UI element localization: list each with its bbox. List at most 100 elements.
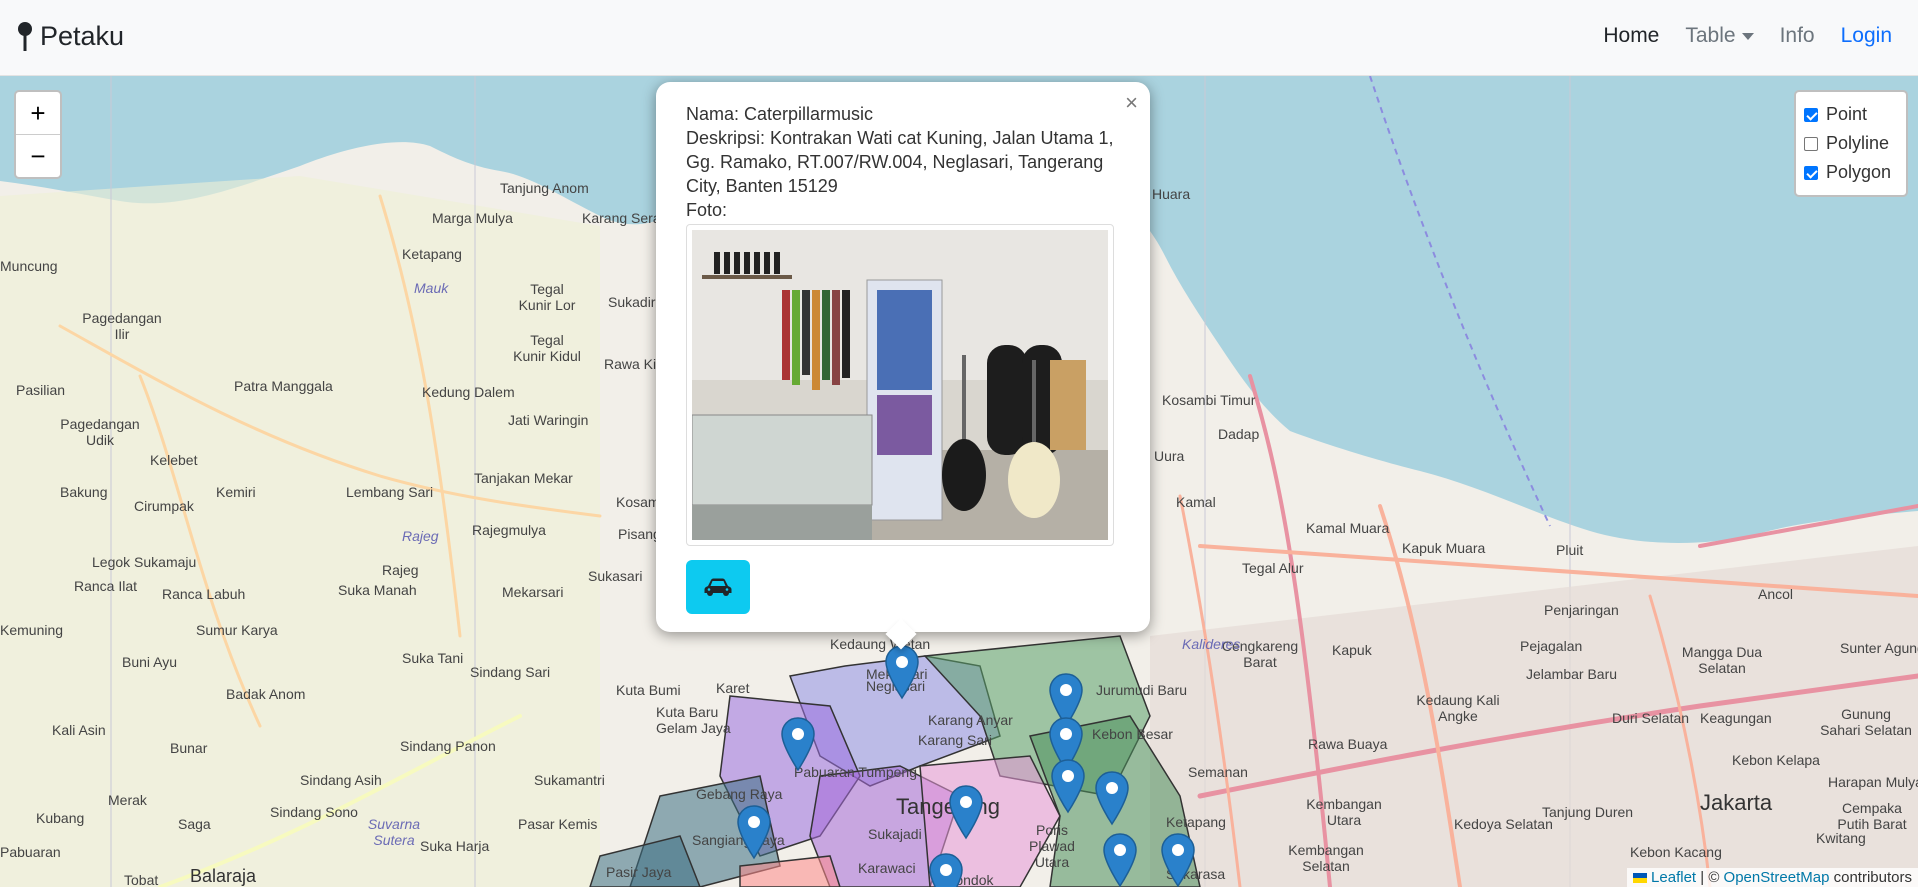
place-label: Kuta Baru xyxy=(656,704,719,720)
layer-polyline-toggle[interactable]: Polyline xyxy=(1804,129,1898,158)
place-label: Rajegmulya xyxy=(472,522,546,538)
place-label: Kedoya Selatan xyxy=(1454,816,1553,832)
place-label: Tegal Kunir Kidul xyxy=(513,332,581,364)
place-label: Pluit xyxy=(1556,542,1584,558)
place-label: Karang Anyar xyxy=(928,712,1013,728)
place-label: Poris Plawad Utara xyxy=(1029,822,1075,870)
zoom-in-button[interactable]: + xyxy=(16,92,60,135)
place-label: Ranca Labuh xyxy=(162,586,246,602)
place-label: Kwitang xyxy=(1816,830,1866,846)
map-marker-icon[interactable] xyxy=(780,716,816,772)
place-label: Lembang Sari xyxy=(346,484,434,500)
nav-login[interactable]: Login xyxy=(1841,24,1892,48)
map-pin-icon xyxy=(18,22,32,51)
guitar-shop-photo xyxy=(692,230,1108,540)
place-label: Karang Sari xyxy=(918,732,992,748)
layer-point-toggle[interactable]: Point xyxy=(1804,100,1898,129)
place-label: Kembangan Utara xyxy=(1306,796,1382,828)
layer-polygon-checkbox[interactable] xyxy=(1804,165,1818,180)
layer-point-checkbox[interactable] xyxy=(1804,107,1818,122)
place-label: Kebon Kelapa xyxy=(1732,752,1820,768)
place-label: Kembangan Selatan xyxy=(1288,842,1364,874)
place-label: Pejagalan xyxy=(1520,638,1583,654)
place-label: Kedung Dalem xyxy=(422,384,515,400)
brand[interactable]: Petaku xyxy=(16,20,124,52)
route-button[interactable] xyxy=(686,560,750,614)
map-marker-icon[interactable] xyxy=(884,644,920,700)
place-label: Rajeg xyxy=(382,562,419,578)
place-label: Kelebet xyxy=(150,452,198,468)
place-label: Rajeg xyxy=(402,528,439,544)
map-marker-icon[interactable] xyxy=(928,852,964,887)
map-marker-icon[interactable] xyxy=(948,784,984,840)
layer-polygon-toggle[interactable]: Polygon xyxy=(1804,158,1898,187)
nav-home[interactable]: Home xyxy=(1603,24,1659,48)
map-marker-icon[interactable] xyxy=(1094,770,1130,826)
chevron-down-icon xyxy=(1741,32,1754,40)
place-label: Saga xyxy=(178,816,211,832)
ukraine-flag-icon xyxy=(1632,873,1647,884)
place-label: Bunar xyxy=(170,740,208,756)
close-icon[interactable]: × xyxy=(1125,90,1138,116)
place-label: Tegal Alur xyxy=(1242,560,1304,576)
place-label: Sumur Karya xyxy=(196,622,278,638)
layer-polyline-label: Polyline xyxy=(1826,133,1890,153)
layer-polyline-checkbox[interactable] xyxy=(1804,136,1818,151)
place-label: Tegal Kunir Lor xyxy=(518,281,576,313)
nav-info[interactable]: Info xyxy=(1780,24,1815,48)
place-label: Kubang xyxy=(36,810,85,826)
place-label: Semanan xyxy=(1188,764,1248,780)
map-marker-icon[interactable] xyxy=(1160,832,1196,887)
place-label: Legok Sukamaju xyxy=(92,554,197,570)
brand-label: Petaku xyxy=(40,20,125,51)
place-label: Karet xyxy=(716,680,750,696)
osm-link[interactable]: OpenStreetMap xyxy=(1724,869,1830,886)
place-label: Jelambar Baru xyxy=(1526,666,1618,682)
place-label: Patra Manggala xyxy=(234,378,333,394)
place-label: Kali Asin xyxy=(52,722,106,738)
attribution-separator: | © xyxy=(1696,869,1724,886)
place-label: Merak xyxy=(108,792,147,808)
navbar: Petaku Home Table Info Login xyxy=(0,0,1918,76)
place-label: Mauk xyxy=(414,280,449,296)
place-label: Kapuk Muara xyxy=(1402,540,1486,556)
place-label: Suvarna Sutera xyxy=(367,816,421,848)
nav-links: Home Table Info Login xyxy=(1603,24,1892,48)
place-label: Huara xyxy=(1152,186,1191,202)
place-label: Kamal xyxy=(1176,494,1216,510)
leaflet-link[interactable]: Leaflet xyxy=(1651,869,1696,886)
layer-point-label: Point xyxy=(1826,104,1868,124)
place-label: Gelam Jaya xyxy=(656,720,731,736)
place-label: Kamal Muara xyxy=(1306,520,1390,536)
zoom-out-button[interactable]: − xyxy=(16,135,60,177)
place-label: Mangga Dua Selatan xyxy=(1681,644,1763,676)
layer-polygon-label: Polygon xyxy=(1826,162,1892,182)
nav-table-dropdown[interactable]: Table xyxy=(1685,24,1754,48)
place-label: Tanjung Duren xyxy=(1542,804,1634,820)
nav-table-label: Table xyxy=(1685,24,1736,47)
place-label: Jurumudi Baru xyxy=(1096,682,1188,698)
place-label: Badak Anom xyxy=(226,686,306,702)
place-label: Marga Mulya xyxy=(432,210,513,226)
place-label: Sindang Asih xyxy=(300,772,382,788)
place-label: Suka Harja xyxy=(420,838,490,854)
place-label: Cempaka Putih Barat xyxy=(1837,800,1907,832)
place-label: Pasilian xyxy=(16,382,66,398)
map-marker-icon[interactable] xyxy=(1102,832,1138,887)
map-marker-icon[interactable] xyxy=(736,804,772,860)
map-attribution: Leaflet | © OpenStreetMap contributors xyxy=(1626,868,1918,887)
place-label: Sukajadi xyxy=(868,826,922,842)
place-label: Duri Selatan xyxy=(1612,710,1690,726)
popup-photo xyxy=(686,224,1114,546)
place-label: Jati Waringin xyxy=(508,412,589,428)
place-label: Penjaringan xyxy=(1544,602,1619,618)
place-label: Uura xyxy=(1154,448,1185,464)
place-label: Sindang Panon xyxy=(400,738,496,754)
place-label: Pagedangan Ilir xyxy=(82,310,162,342)
place-label: Kebon Kacang xyxy=(1630,844,1722,860)
map-marker-icon[interactable] xyxy=(1050,758,1086,814)
place-label: Sindang Sari xyxy=(470,664,551,680)
place-label: Gebang Raya xyxy=(696,786,783,802)
place-label: Tanjung Anom xyxy=(500,180,589,196)
car-icon xyxy=(704,578,732,596)
